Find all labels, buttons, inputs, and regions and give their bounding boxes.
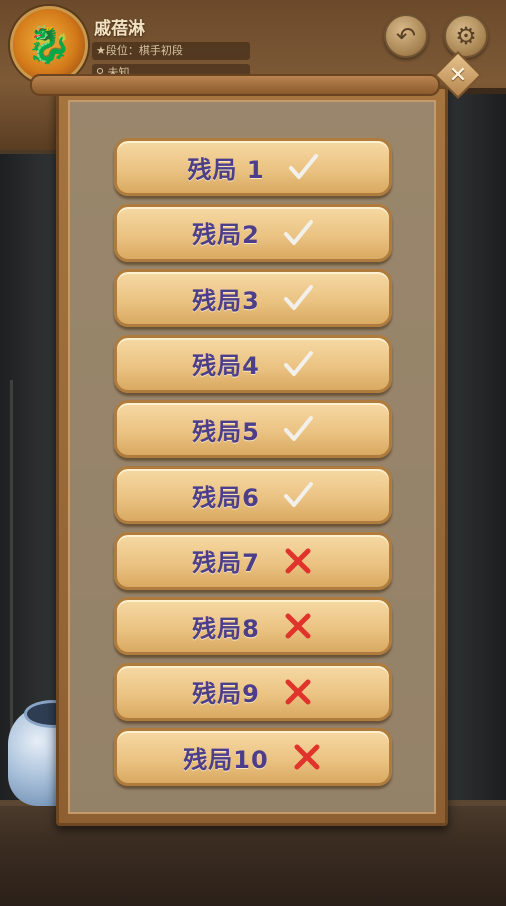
cross-icon bbox=[285, 613, 311, 639]
level-button[interactable]: 残局2 bbox=[114, 203, 392, 262]
gear-icon: ⚙ bbox=[455, 22, 477, 50]
level-button[interactable]: 残局6 bbox=[114, 466, 392, 524]
level-label: 残局3 bbox=[192, 286, 260, 315]
level-button[interactable]: 残局5 bbox=[114, 400, 392, 459]
level-label: 残局2 bbox=[192, 221, 260, 250]
close-icon: ✕ bbox=[448, 62, 468, 88]
level-button[interactable]: 残局3 bbox=[114, 269, 392, 328]
panel-top-rail bbox=[30, 74, 440, 96]
check-icon bbox=[283, 482, 313, 507]
level-label: 残局5 bbox=[192, 417, 260, 446]
level-button[interactable]: 残局8 bbox=[114, 597, 392, 656]
rank-label: ★段位：棋手初段 bbox=[92, 42, 250, 60]
level-label: 残局10 bbox=[183, 745, 269, 774]
level-label: 残局 1 bbox=[187, 155, 265, 184]
cross-icon bbox=[285, 548, 311, 574]
level-label: 残局7 bbox=[192, 549, 260, 578]
check-icon bbox=[283, 350, 313, 376]
check-icon bbox=[283, 219, 313, 245]
cross-icon bbox=[294, 744, 320, 770]
player-name: 戚蓓淋 bbox=[94, 19, 145, 39]
cross-icon bbox=[285, 679, 311, 705]
level-button[interactable]: 残局10 bbox=[114, 728, 392, 787]
check-icon bbox=[283, 285, 313, 311]
level-button[interactable]: 残局9 bbox=[114, 662, 392, 721]
back-button[interactable]: ↶ bbox=[384, 14, 428, 58]
level-button[interactable]: 残局4 bbox=[114, 334, 392, 393]
check-icon bbox=[283, 416, 313, 442]
level-label: 残局6 bbox=[192, 483, 260, 512]
level-button[interactable]: 残局7 bbox=[114, 531, 392, 590]
check-icon bbox=[288, 154, 318, 179]
level-label: 残局8 bbox=[192, 614, 260, 643]
avatar[interactable]: 🐉 bbox=[10, 6, 88, 84]
level-label: 残局9 bbox=[192, 680, 260, 709]
level-label: 残局4 bbox=[192, 352, 260, 381]
settings-button[interactable]: ⚙ bbox=[444, 14, 488, 58]
back-arrow-icon: ↶ bbox=[395, 22, 417, 50]
level-button[interactable]: 残局 1 bbox=[114, 138, 392, 196]
